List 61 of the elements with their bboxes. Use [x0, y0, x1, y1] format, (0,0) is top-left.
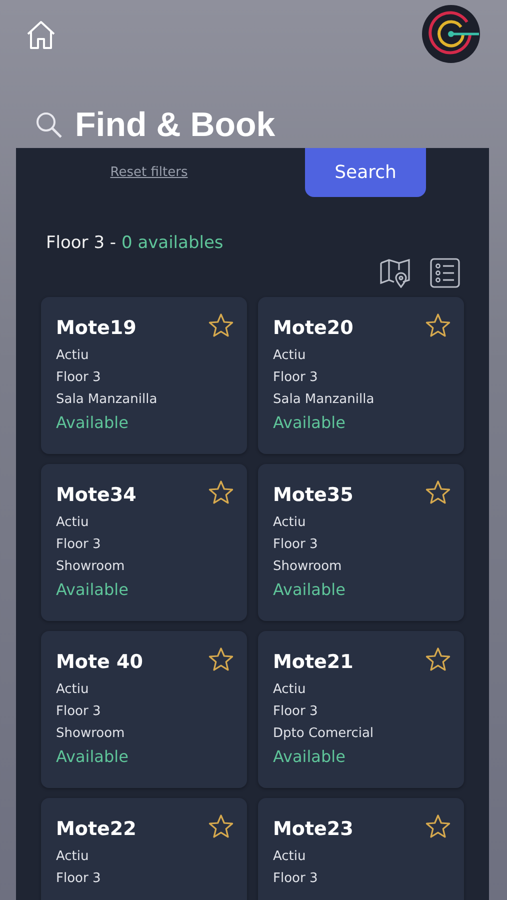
room-detail: Sala Manzanilla [56, 391, 158, 409]
room-name: Mote34 [56, 484, 136, 506]
room-card[interactable]: Mote22 Actiu Floor 3 [41, 798, 247, 900]
room-detail: Floor 3 [273, 536, 319, 554]
room-detail: Floor 3 [56, 369, 102, 387]
room-detail: Actiu [273, 681, 307, 699]
room-card[interactable]: Mote20 Actiu Floor 3 Sala Manzanilla Available [258, 297, 464, 454]
room-status: Available [56, 746, 130, 768]
room-card[interactable]: Mote19 Actiu Floor 3 Sala Manzanilla Available [41, 297, 247, 454]
room-name: Mote20 [273, 317, 354, 339]
room-detail: Floor 3 [56, 703, 102, 721]
room-name: Mote35 [273, 484, 354, 506]
page-title: Find & Book [75, 106, 276, 144]
room-card[interactable]: Mote 40 Actiu Floor 3 Showroom Available [41, 631, 247, 788]
room-status: Available [56, 579, 130, 601]
reset-filters-link[interactable]: Reset filters [16, 165, 282, 180]
room-detail: Dpto Comercial [273, 725, 375, 743]
room-status: Available [273, 746, 346, 768]
home-icon[interactable] [25, 20, 57, 50]
room-card[interactable]: Mote35 Actiu Floor 3 Showroom Available [258, 464, 464, 621]
star-icon[interactable] [425, 313, 451, 338]
room-name: Mote22 [56, 818, 136, 840]
star-icon[interactable] [208, 313, 234, 338]
room-name: Mote21 [273, 651, 354, 673]
room-detail: Actiu [56, 514, 90, 532]
search-button[interactable]: Search [305, 148, 426, 197]
room-detail: Actiu [56, 848, 90, 866]
room-name: Mote19 [56, 317, 136, 339]
room-detail: Actiu [273, 347, 307, 365]
room-name: Mote23 [273, 818, 354, 840]
search-icon [35, 111, 63, 139]
star-icon[interactable] [208, 647, 234, 672]
room-detail: Floor 3 [273, 703, 319, 721]
room-detail: Floor 3 [56, 536, 102, 554]
room-card[interactable]: Mote34 Actiu Floor 3 Showroom Available [41, 464, 247, 621]
logo-icon [421, 4, 481, 64]
map-icon[interactable] [379, 257, 411, 289]
room-card[interactable]: Mote21 Actiu Floor 3 Dpto Comercial Available [258, 631, 464, 788]
star-icon[interactable] [425, 480, 451, 505]
room-status: Available [56, 412, 130, 434]
list-icon[interactable] [429, 257, 461, 289]
room-card[interactable]: Mote23 Actiu Floor 3 [258, 798, 464, 900]
room-detail: Showroom [56, 558, 126, 576]
room-status: Available [273, 412, 346, 434]
star-icon[interactable] [208, 814, 234, 839]
room-detail: Showroom [273, 558, 343, 576]
star-icon[interactable] [425, 814, 451, 839]
room-name: Mote 40 [56, 651, 143, 673]
room-detail: Floor 3 [56, 870, 102, 888]
room-detail: Actiu [56, 681, 90, 699]
room-detail: Floor 3 [273, 369, 319, 387]
room-detail: Actiu [273, 848, 307, 866]
room-detail: Showroom [56, 725, 126, 743]
room-detail: Floor 3 [273, 870, 319, 888]
availability-summary: Floor 3 - 0 availables [46, 233, 224, 253]
room-status: Available [273, 579, 346, 601]
room-detail: Sala Manzanilla [273, 391, 376, 409]
star-icon[interactable] [208, 480, 234, 505]
star-icon[interactable] [425, 647, 451, 672]
room-detail: Actiu [273, 514, 307, 532]
room-detail: Actiu [56, 347, 90, 365]
